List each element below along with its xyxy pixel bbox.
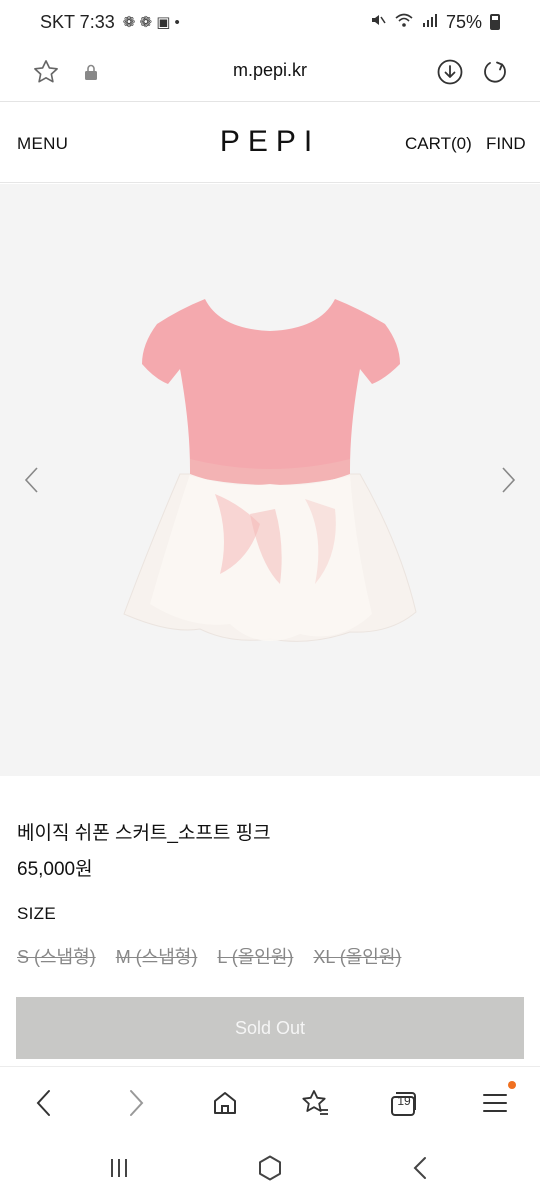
menu-link[interactable]: MENU xyxy=(17,134,68,154)
browser-bookmarks-button[interactable] xyxy=(293,1081,337,1125)
hexagon-home-icon xyxy=(259,1155,281,1181)
browser-bottom-nav: 19 xyxy=(0,1066,540,1136)
chevron-right-icon xyxy=(502,467,516,493)
system-nav-bar xyxy=(0,1136,540,1200)
site-header: MENU PEPI CART(0) FIND xyxy=(0,103,540,183)
carousel-next-button[interactable] xyxy=(490,462,526,498)
product-image-dress xyxy=(123,299,417,642)
wifi-icon xyxy=(394,12,414,33)
back-chevron-icon xyxy=(413,1157,426,1179)
url-text[interactable]: m.pepi.kr xyxy=(150,60,390,81)
size-option-s[interactable]: S (스냅형) xyxy=(17,943,96,969)
hamburger-menu-icon xyxy=(483,1094,507,1112)
notification-dot xyxy=(508,1081,516,1089)
recents-icon xyxy=(111,1159,127,1177)
tab-count: 19 xyxy=(397,1094,411,1108)
browser-home-button[interactable] xyxy=(203,1081,247,1125)
browser-back-button[interactable] xyxy=(22,1081,66,1125)
recents-button[interactable] xyxy=(97,1148,141,1188)
bookmark-star-button[interactable] xyxy=(28,54,64,90)
battery-icon xyxy=(490,14,500,30)
product-image-carousel[interactable] xyxy=(0,184,540,776)
carrier-time: SKT 7:33 xyxy=(40,11,115,32)
mute-icon xyxy=(370,12,386,33)
site-logo[interactable]: PEPI xyxy=(190,125,350,159)
battery-percent: 75% xyxy=(445,11,482,32)
carousel-prev-button[interactable] xyxy=(14,462,50,498)
size-option-l[interactable]: L (올인원) xyxy=(217,943,293,969)
system-back-button[interactable] xyxy=(398,1148,442,1188)
lock-icon[interactable] xyxy=(82,62,100,82)
star-icon xyxy=(34,60,58,83)
size-options: S (스냅형) M (스냅형) L (올인원) XL (올인원) xyxy=(17,943,401,969)
cart-link[interactable]: CART(0) xyxy=(405,134,472,154)
browser-url-bar: m.pepi.kr xyxy=(0,44,540,102)
browser-forward-button[interactable] xyxy=(114,1081,158,1125)
find-link[interactable]: FIND xyxy=(486,134,526,154)
system-home-button[interactable] xyxy=(248,1148,292,1188)
status-right: 75% xyxy=(370,12,500,33)
home-icon xyxy=(214,1092,236,1114)
reload-button[interactable] xyxy=(477,54,513,90)
size-option-xl[interactable]: XL (올인원) xyxy=(313,943,401,969)
sold-out-button[interactable]: Sold Out xyxy=(16,997,524,1059)
browser-menu-button[interactable] xyxy=(473,1081,517,1125)
chevron-left-icon xyxy=(24,467,38,493)
chevron-right-icon xyxy=(130,1090,144,1116)
status-bar: SKT 7:33 ❁ ❁ ▣ • 75% xyxy=(0,0,540,44)
product-name: 베이직 쉬폰 스커트_소프트 핑크 xyxy=(17,823,271,844)
browser-tabs-button[interactable]: 19 xyxy=(382,1081,426,1125)
size-label: SIZE xyxy=(17,904,56,923)
download-button[interactable] xyxy=(432,54,468,90)
download-icon xyxy=(437,59,463,85)
status-left: SKT 7:33 ❁ ❁ ▣ • xyxy=(40,12,180,33)
signal-icon xyxy=(422,12,438,33)
size-option-m[interactable]: M (스냅형) xyxy=(116,943,198,969)
chevron-left-icon xyxy=(36,1090,50,1116)
reload-icon xyxy=(484,61,506,83)
product-price: 65,000원 xyxy=(17,859,93,880)
bookmarks-star-icon xyxy=(302,1090,328,1115)
notification-icons: ❁ ❁ ▣ • xyxy=(122,14,180,31)
